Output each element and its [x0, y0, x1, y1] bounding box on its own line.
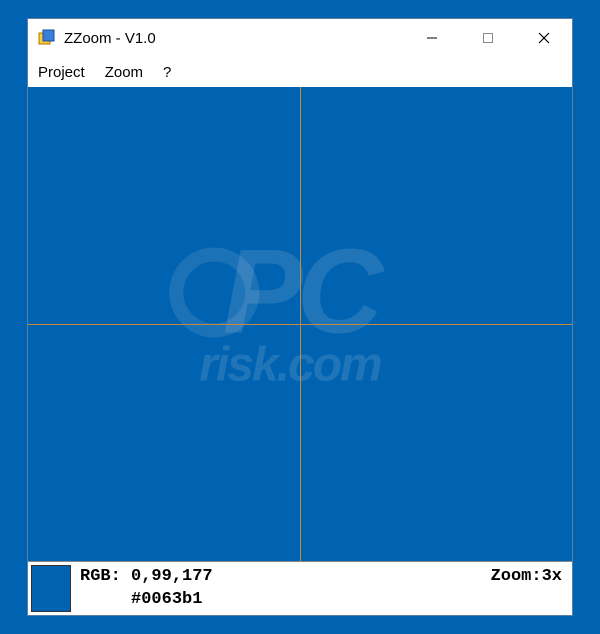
crosshair-vertical — [300, 87, 301, 561]
rgb-readout: RGB: 0,99,177 — [80, 566, 213, 588]
zoom-viewport[interactable]: PC risk.com — [28, 87, 572, 561]
app-window: ZZoom - V1.0 Project Zoom ? PC risk.com — [27, 18, 573, 616]
menu-zoom[interactable]: Zoom — [105, 64, 143, 81]
status-text: RGB: 0,99,177 Zoom:3x RGB: #0063b1 — [74, 562, 572, 615]
close-button[interactable] — [516, 19, 572, 57]
rgb-label: RGB: — [80, 567, 121, 586]
menubar: Project Zoom ? — [28, 57, 572, 87]
color-swatch — [31, 565, 71, 612]
zoom-value: 3x — [542, 567, 562, 586]
zoom-label: Zoom: — [491, 567, 542, 586]
menu-project[interactable]: Project — [38, 64, 85, 81]
app-icon — [36, 28, 56, 48]
menu-help[interactable]: ? — [163, 64, 171, 81]
minimize-button[interactable] — [404, 19, 460, 57]
maximize-button[interactable] — [460, 19, 516, 57]
zoom-readout: Zoom:3x — [491, 566, 562, 588]
rgb-value: 0,99,177 — [131, 567, 213, 586]
titlebar[interactable]: ZZoom - V1.0 — [28, 19, 572, 57]
statusbar: RGB: 0,99,177 Zoom:3x RGB: #0063b1 — [28, 561, 572, 615]
hex-value: #0063b1 — [131, 590, 202, 609]
window-controls — [404, 19, 572, 57]
window-title: ZZoom - V1.0 — [64, 30, 404, 47]
